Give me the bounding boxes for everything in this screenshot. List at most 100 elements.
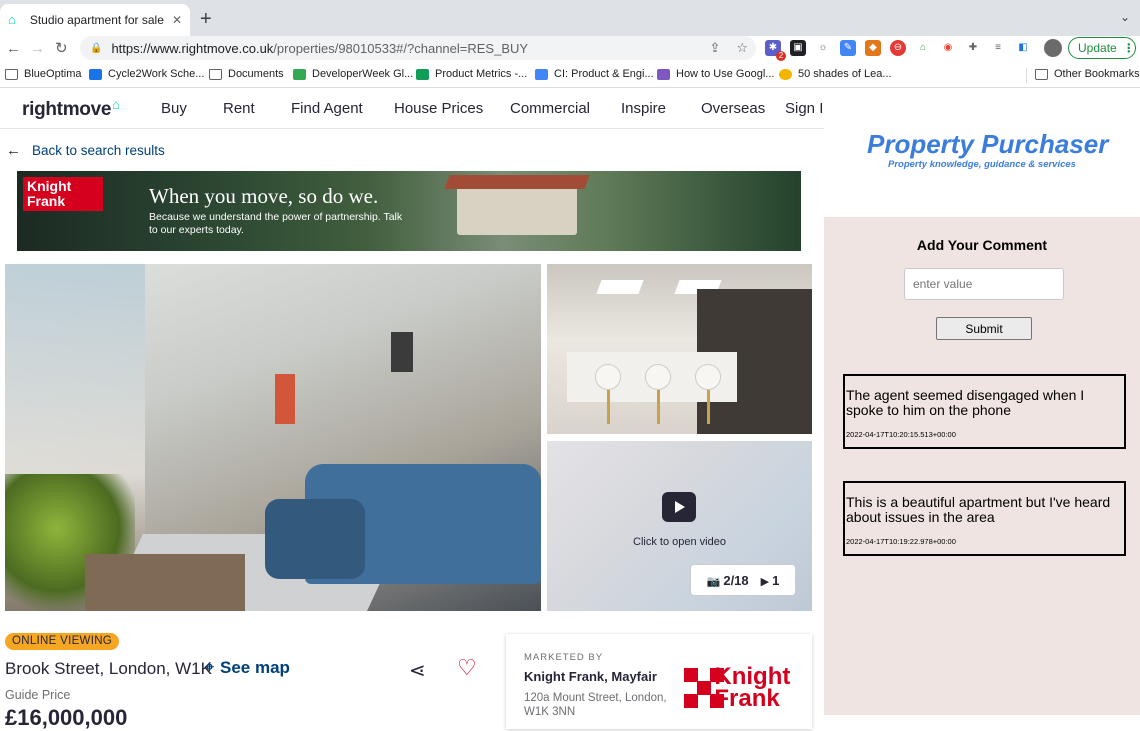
nav-inspire[interactable]: Inspire <box>621 100 666 117</box>
folder-icon <box>5 68 18 80</box>
address-bar[interactable]: 🔒 https://www.rightmove.co.uk/properties… <box>80 36 756 60</box>
extensions-bar: ✱ 2 ▣ ☼ ✎ ◆ ⊖ ⌂ ◉ ✚ ≡ ◧ <box>765 40 1031 61</box>
bookmark-label: Cycle2Work Sche... <box>108 68 205 80</box>
bookmark-item[interactable]: 50 shades of Lea... <box>779 68 892 80</box>
extension-icon[interactable]: ⌂ <box>915 40 931 56</box>
comment-input[interactable] <box>904 268 1064 300</box>
back-to-search-link[interactable]: ← Back to search results <box>6 142 165 159</box>
bookmark-item[interactable]: DeveloperWeek Gl... <box>293 68 413 80</box>
bookmarks-divider <box>1026 68 1027 83</box>
photo-lamp <box>391 332 413 372</box>
back-arrow-icon[interactable]: ← <box>6 39 21 59</box>
side-panel-icon[interactable]: ◧ <box>1015 40 1031 56</box>
main-property-photo[interactable] <box>5 264 541 611</box>
browser-tab[interactable]: ⌂ Studio apartment for sale in Br ✕ <box>0 4 190 36</box>
nav-find-agent[interactable]: Find Agent <box>291 100 363 117</box>
property-purchaser-logo: Property Purchaser <box>867 129 1109 159</box>
property-purchaser-tagline: Property knowledge, guidance & services <box>888 159 1076 170</box>
photo-stool-leg <box>707 390 710 424</box>
kitchen-photo[interactable] <box>547 264 812 434</box>
back-label: Back to search results <box>32 143 165 158</box>
bookmark-item[interactable]: BlueOptima <box>5 68 81 80</box>
nav-house-prices[interactable]: House Prices <box>394 100 483 117</box>
extension-icon[interactable]: ✎ <box>840 40 856 56</box>
url-host: https://www.rightmove.co.uk <box>111 40 274 56</box>
bookmark-item[interactable]: CI: Product & Engi... <box>535 68 654 80</box>
nav-overseas[interactable]: Overseas <box>701 100 765 117</box>
bookmarks-bar: BlueOptima Cycle2Work Sche... Documents … <box>0 62 1140 88</box>
rightmove-favicon-icon: ⌂ <box>8 12 16 27</box>
bookmark-item[interactable]: Product Metrics -... <box>416 68 527 80</box>
tab-search-chevron-icon[interactable]: ⌄ <box>1120 10 1130 24</box>
logo-text: rightmove <box>22 99 112 120</box>
save-heart-icon[interactable]: ♡ <box>457 655 477 681</box>
comments-panel: Add Your Comment Submit The agent seemed… <box>824 217 1140 715</box>
photo-stool-leg <box>657 390 660 424</box>
agent-logo[interactable]: Knight Frank <box>684 663 812 712</box>
more-menu-icon: ⋮ <box>1122 41 1135 55</box>
comment-card: This is a beautiful apartment but I've h… <box>843 481 1126 556</box>
update-button[interactable]: Update ⋮ <box>1068 37 1136 59</box>
share-page-icon[interactable]: ⇪ <box>709 40 720 56</box>
video-icon: ▶ <box>760 575 770 588</box>
new-tab-icon[interactable]: + <box>200 9 212 29</box>
bookmark-label: Documents <box>228 68 284 80</box>
photo-table <box>85 554 245 611</box>
banner-headline: When you move, so do we. <box>149 184 379 208</box>
bookmark-star-icon[interactable]: ☆ <box>736 40 748 56</box>
other-bookmarks[interactable]: Other Bookmarks <box>1035 68 1140 80</box>
extension-icon[interactable]: ⊖ <box>890 40 906 56</box>
property-purchaser-header: Property Purchaser Property knowledge, g… <box>824 89 1140 217</box>
nav-buy[interactable]: Buy <box>161 100 187 117</box>
profile-avatar[interactable] <box>1044 39 1062 57</box>
price-qualifier: Guide Price <box>5 688 71 702</box>
close-tab-icon[interactable]: ✕ <box>172 13 182 27</box>
bookmark-label: How to Use Googl... <box>676 68 775 80</box>
tab-title: Studio apartment for sale in Br <box>29 13 166 27</box>
chrome-extension-icon[interactable]: ◉ <box>940 40 956 56</box>
reload-icon[interactable]: ↻ <box>55 39 68 59</box>
comment-text: The agent seemed disengaged when I spoke… <box>846 387 1085 418</box>
bookmark-label: 50 shades of Lea... <box>798 68 892 80</box>
comment-timestamp: 2022-04-17T10:19:22.978+00:00 <box>846 537 956 546</box>
video-count: 1 <box>772 572 780 588</box>
agent-name[interactable]: Knight Frank, Mayfair <box>524 669 657 684</box>
extension-icon[interactable]: ▣ <box>790 40 806 56</box>
banner-villa-image <box>457 185 577 235</box>
house-logo-icon: ⌂ <box>112 97 120 112</box>
bookmark-item[interactable]: How to Use Googl... <box>657 68 774 80</box>
reading-list-icon[interactable]: ≡ <box>990 40 1006 56</box>
see-map-link[interactable]: ⌖ See map <box>205 658 290 678</box>
photo-stool <box>645 364 671 390</box>
media-counter[interactable]: 📷 2/18 ▶ 1 <box>690 564 796 596</box>
site-icon <box>89 68 102 80</box>
forward-arrow-icon[interactable]: → <box>30 39 45 59</box>
site-icon <box>535 68 548 80</box>
extension-icon[interactable]: ✱ 2 <box>765 40 786 61</box>
folder-icon <box>1035 68 1048 80</box>
rightmove-logo[interactable]: rightmove⌂ <box>22 97 120 121</box>
share-icon[interactable]: ⋖ <box>409 658 426 683</box>
bulb-extension-icon[interactable]: ☼ <box>815 40 831 56</box>
extension-badge: 2 <box>776 51 786 61</box>
site-icon <box>657 68 670 80</box>
banner-subline: Because we understand the power of partn… <box>149 211 403 236</box>
comment-text: This is a beautiful apartment but I've h… <box>846 494 1111 525</box>
metamask-extension-icon[interactable]: ◆ <box>865 40 881 56</box>
nav-commercial[interactable]: Commercial <box>510 100 590 117</box>
nav-rent[interactable]: Rent <box>223 100 255 117</box>
site-header: rightmove⌂ Buy Rent Find Agent House Pri… <box>0 89 832 129</box>
submit-button[interactable]: Submit <box>936 317 1032 340</box>
see-map-label: See map <box>220 658 290 677</box>
url-path: /properties/98010533#/?channel=RES_BUY <box>273 40 529 56</box>
bookmark-item[interactable]: Cycle2Work Sche... <box>89 68 204 80</box>
photo-skylight <box>596 280 644 294</box>
site-icon <box>293 68 306 80</box>
advert-banner[interactable]: Knight Frank When you move, so do we. Be… <box>17 171 801 251</box>
lock-icon: 🔒 <box>90 42 103 54</box>
play-icon[interactable] <box>662 492 696 522</box>
agent-logo-text: Knight Frank <box>714 663 791 712</box>
bookmark-label: BlueOptima <box>24 68 82 80</box>
extensions-puzzle-icon[interactable]: ✚ <box>965 40 981 56</box>
bookmark-item[interactable]: Documents <box>209 68 284 80</box>
